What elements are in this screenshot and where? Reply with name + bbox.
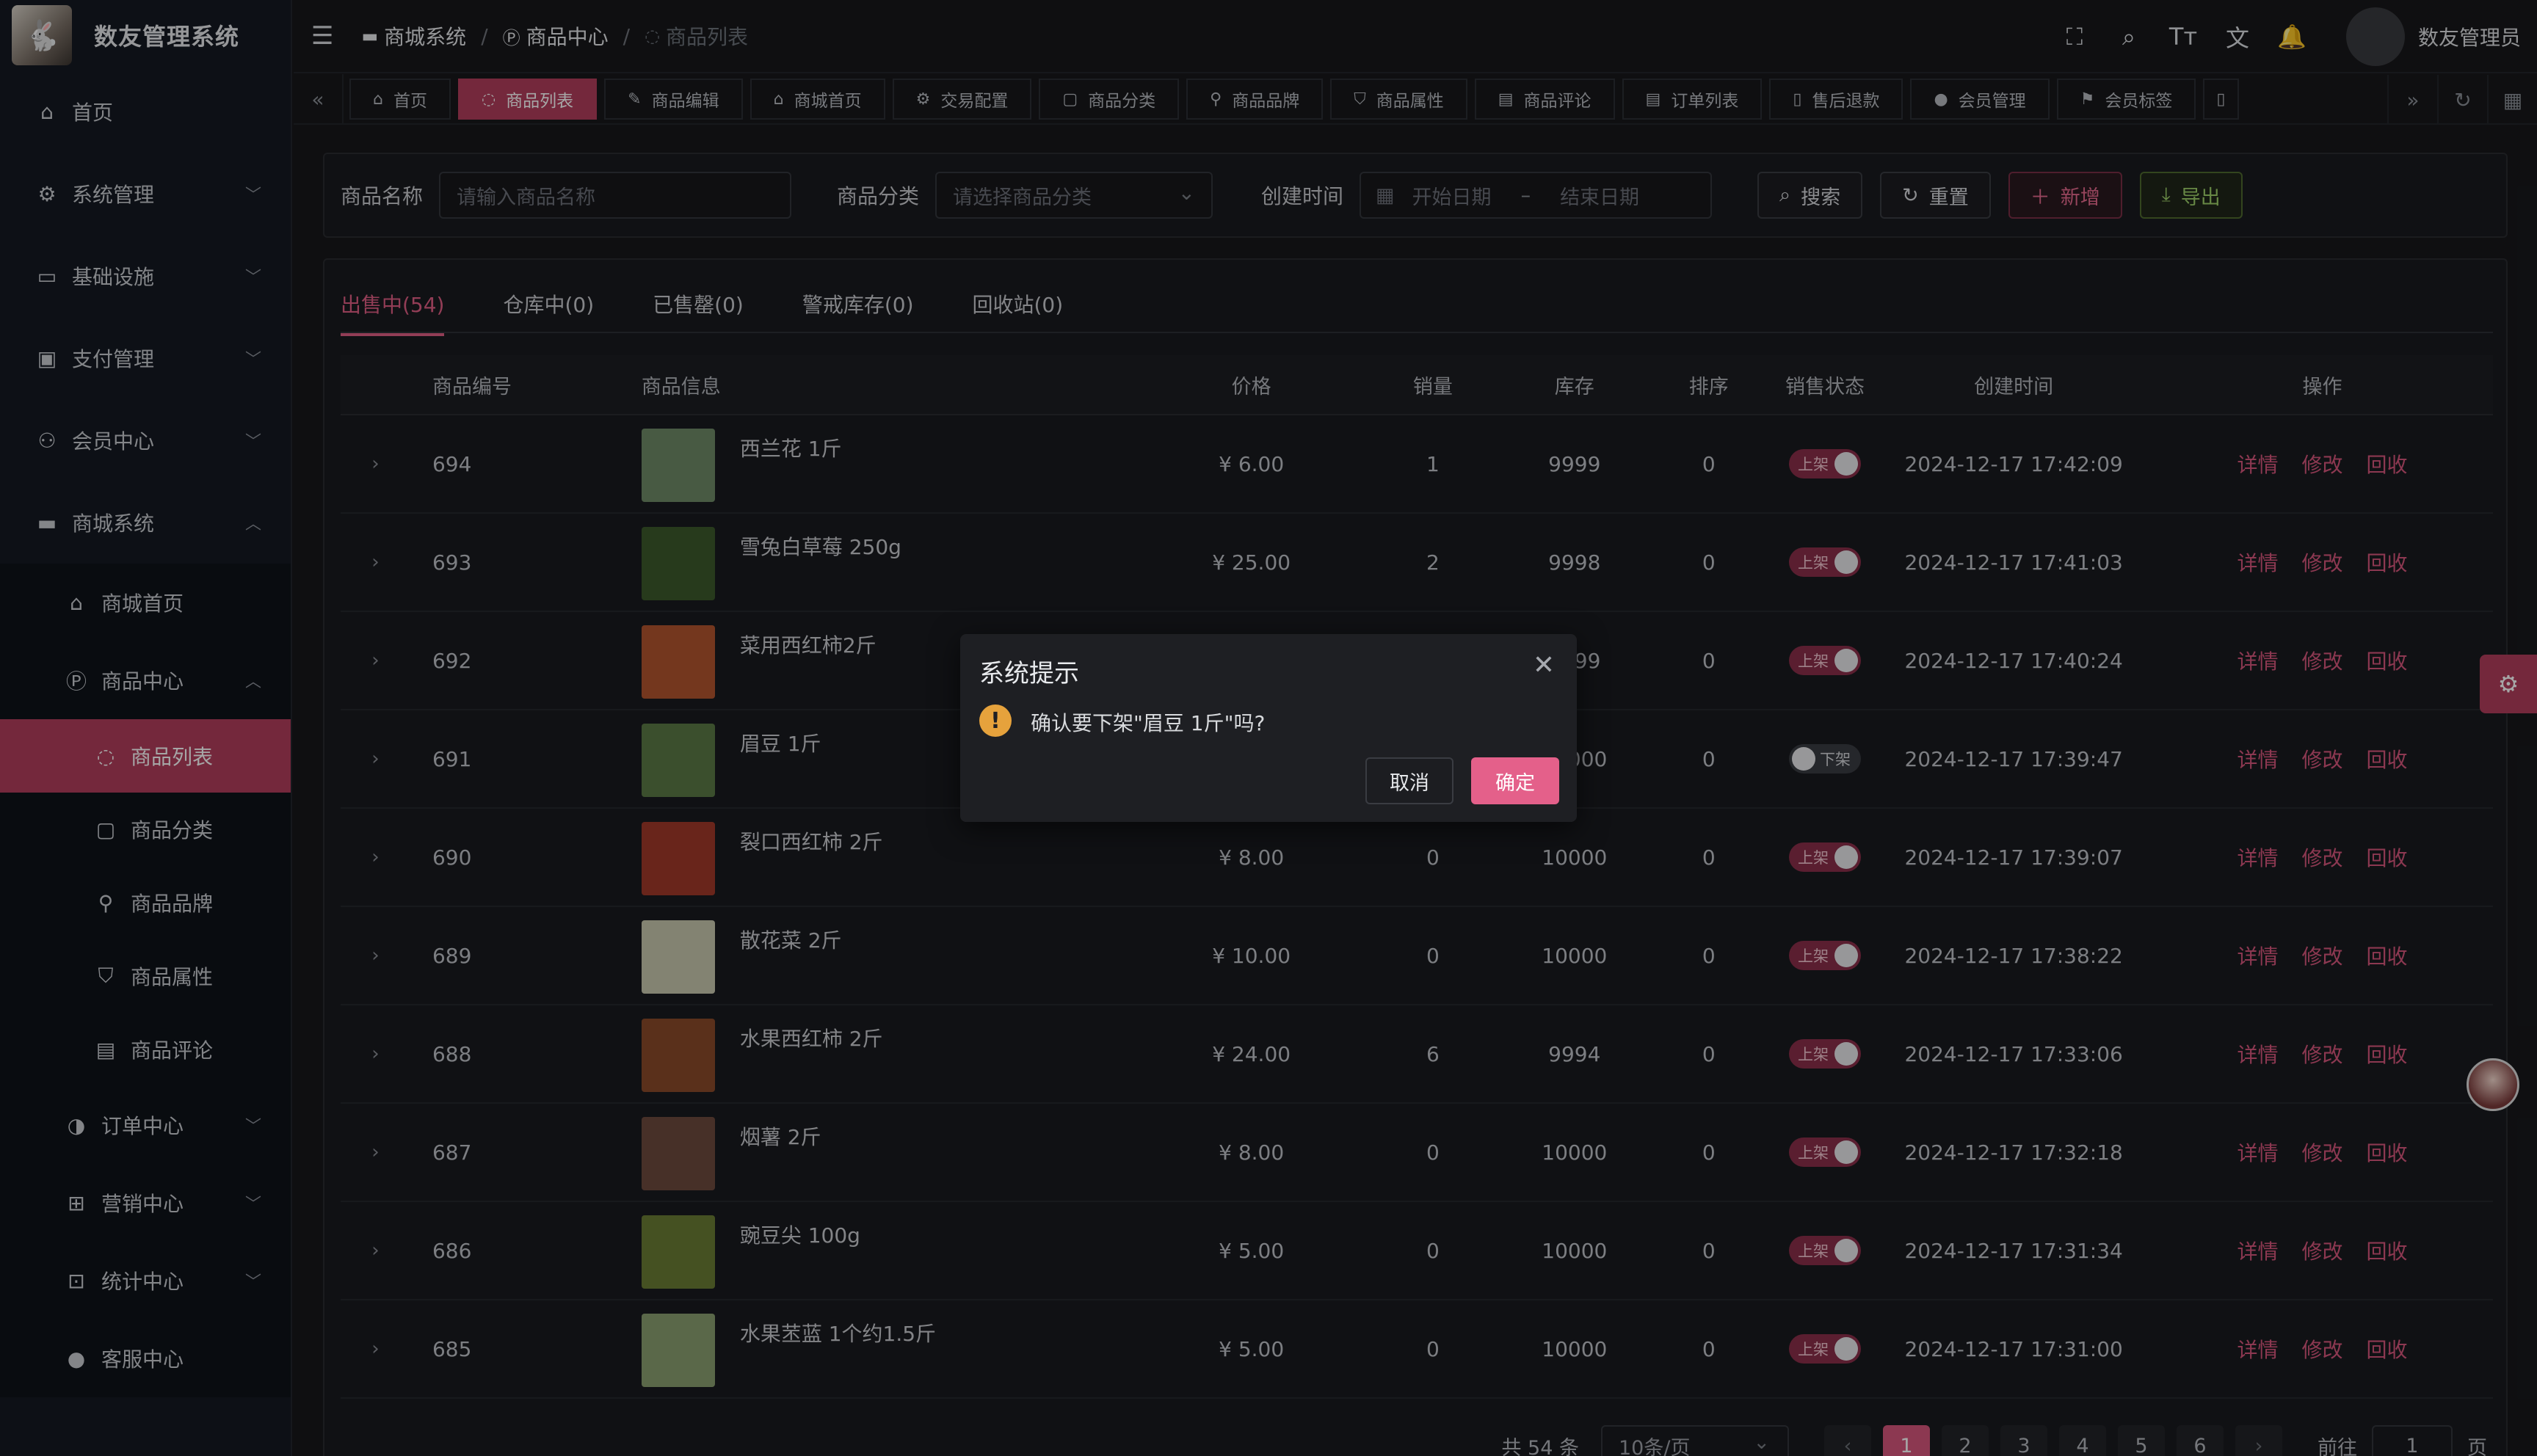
close-icon[interactable]: ✕	[1533, 650, 1555, 680]
warning-icon: !	[979, 705, 1012, 737]
confirm-button[interactable]: 确定	[1471, 757, 1559, 804]
confirm-dialog: 系统提示 ✕ ! 确认要下架"眉豆 1斤"吗? 取消 确定	[960, 634, 1577, 822]
dialog-title: 系统提示	[979, 659, 1079, 688]
cancel-button[interactable]: 取消	[1365, 757, 1453, 804]
dialog-message: 确认要下架"眉豆 1斤"吗?	[1031, 711, 1266, 735]
